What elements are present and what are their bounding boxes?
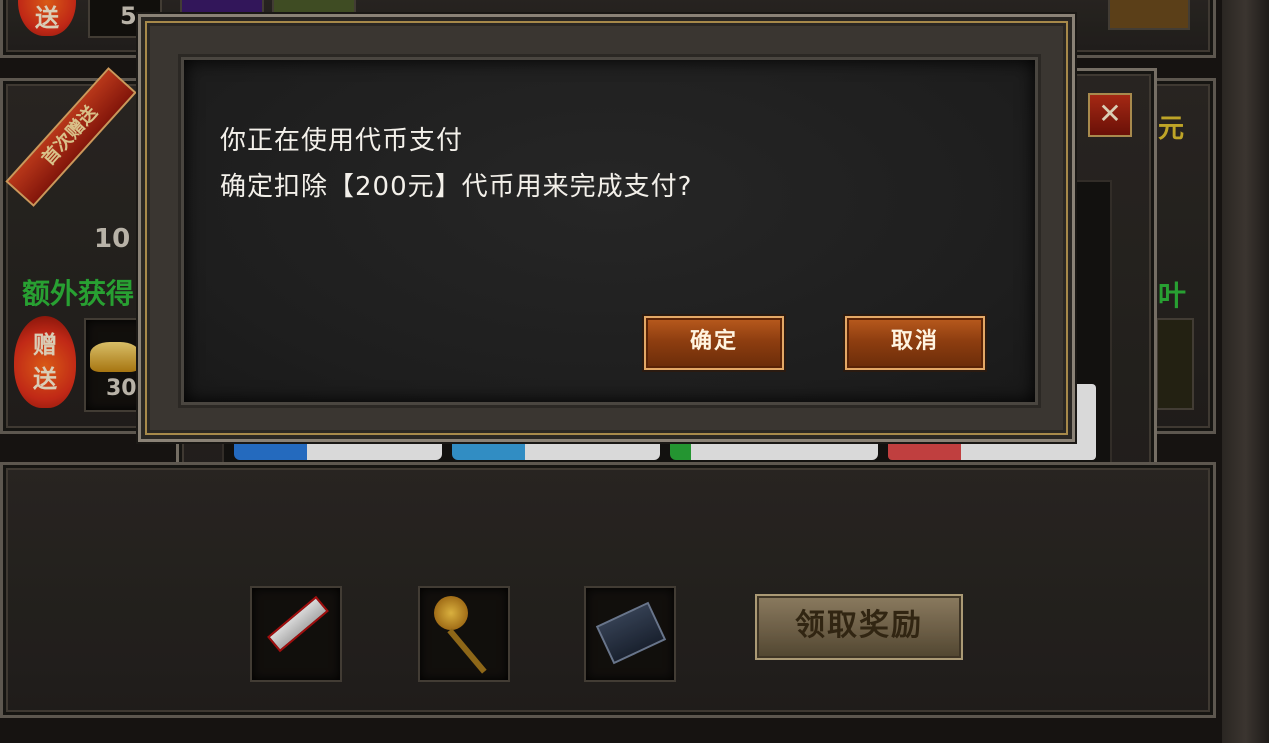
cancel-button[interactable]: 取消: [845, 316, 985, 370]
payment-confirm-dialog: 你正在使用代币支付 确定扣除【200元】代币用来完成支付? 确定 取消: [138, 14, 1075, 442]
dialog-body: 你正在使用代币支付 确定扣除【200元】代币用来完成支付? 确定 取消: [181, 57, 1038, 405]
confirm-button[interactable]: 确定: [644, 316, 784, 370]
dialog-message-line2: 确定扣除【200元】代币用来完成支付?: [220, 172, 693, 202]
right-frame-edge: [1222, 0, 1269, 743]
dialog-message-line1: 你正在使用代币支付: [220, 126, 464, 156]
